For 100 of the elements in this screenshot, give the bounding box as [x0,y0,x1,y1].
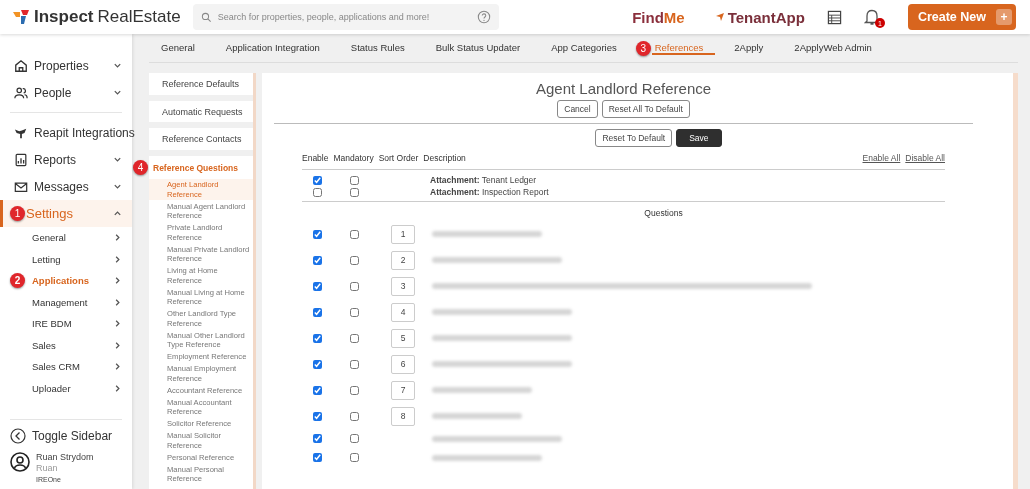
create-new-button[interactable]: Create New + [907,4,1016,30]
step-badge: 2 [10,273,25,289]
reset-to-default-button[interactable]: Reset To Default [595,129,673,147]
mail-icon [14,179,28,194]
mandatory-checkbox[interactable] [349,255,359,265]
chevron-right-icon [113,233,122,243]
chevron-icon [113,155,122,164]
step-badge: 3 [635,40,651,56]
column-header: Description [423,153,466,163]
chevron-right-icon [113,362,122,372]
list-icon[interactable] [826,9,842,25]
bell-icon[interactable] [863,8,880,26]
editor-action-button[interactable]: Reset All To Default [601,100,690,118]
sidebar-subitem[interactable]: General [0,227,132,249]
sidebar-item[interactable]: 1 Settings [0,200,132,227]
toggle-sidebar-button[interactable]: Toggle Sidebar [10,428,122,444]
findme-link[interactable]: FindMe [632,8,685,26]
sidebar-subitem[interactable]: Letting [0,248,132,270]
logo-text-light: RealEstate [97,7,181,27]
mandatory-checkbox[interactable] [349,281,359,291]
chevron-right-icon [113,276,122,286]
chevron-icon [113,182,122,191]
mandatory-checkbox[interactable] [349,411,359,421]
mandatory-checkbox[interactable] [349,307,359,317]
user-name: Ruan Strydom [36,452,94,463]
mandatory-checkbox[interactable] [349,453,359,462]
enable-checkbox[interactable] [312,229,322,239]
search-bar[interactable]: Search for properties, people, applications and more! [192,4,499,30]
sidebar-item[interactable]: Messages [0,173,132,200]
tenantapp-link[interactable]: TenantApp [714,8,805,26]
enable-all-link[interactable]: Enable All [862,153,901,163]
tab[interactable]: App Categories [539,41,629,55]
mandatory-checkbox[interactable] [349,385,359,395]
sort-order-field[interactable]: 2 [391,250,415,270]
editor-title: Agent Landlord Reference [534,80,713,97]
user-username: Ruan [36,463,59,474]
enable-checkbox[interactable] [312,359,322,369]
mandatory-checkbox[interactable] [349,229,359,239]
sort-order-field[interactable]: 5 [391,328,415,348]
attachment-text: Attachment: Inspection Report [430,187,549,197]
reference-menu-item[interactable]: Automatic Requests [149,100,253,123]
help-icon[interactable] [476,10,491,24]
editor-action-button[interactable]: Cancel [557,100,598,118]
enable-checkbox[interactable] [312,411,322,421]
tab[interactable]: General [149,41,207,55]
chevron-right-icon [113,383,122,393]
tab[interactable]: Status Rules [338,41,417,55]
enable-checkbox[interactable] [312,187,322,197]
mandatory-checkbox[interactable] [349,187,359,197]
column-header: Mandatory [333,153,374,163]
chevron-right-icon [113,319,122,329]
sidebar-subitem[interactable]: IRE BDM [0,313,132,335]
mandatory-checkbox[interactable] [349,333,359,343]
sidebar-item[interactable]: People [0,79,132,106]
sidebar-subitem[interactable]: Sales [0,334,132,356]
mandatory-checkbox[interactable] [349,434,359,443]
sidebar-subitem[interactable]: Uploader [0,377,132,399]
tab[interactable]: Application Integration [213,41,332,55]
reference-menu-item[interactable]: Reference Contacts [149,128,253,150]
sidebar-item[interactable]: Properties [0,52,132,79]
logo-text: Inspect [34,7,94,27]
sort-order-field[interactable]: 3 [391,276,415,296]
mandatory-checkbox[interactable] [349,359,359,369]
chevron-right-icon [113,340,122,350]
attachment-text: Attachment: Tenant Ledger [430,175,537,185]
tab[interactable]: 2ApplyWeb Admin [782,41,884,55]
search-icon [200,11,212,23]
sidebar-subitem[interactable]: Sales CRM [0,356,132,378]
enable-checkbox[interactable] [312,281,322,291]
chevron-right-icon [113,297,122,307]
enable-checkbox[interactable] [312,434,322,443]
disable-all-link[interactable]: Disable All [905,153,945,163]
enable-checkbox[interactable] [312,385,322,395]
sidebar-item[interactable]: Reports [0,146,132,173]
sidebar-subitem[interactable]: Management [0,291,132,313]
sidebar-subitem[interactable]: 2 Applications [0,270,132,292]
chevron-icon [113,88,122,97]
questions-heading: Questions [643,208,684,218]
save-button[interactable]: Save [676,129,722,147]
step-badge: 1 [10,206,25,221]
chevron-icon [113,209,122,218]
sort-order-field[interactable]: 8 [391,406,415,426]
enable-checkbox[interactable] [312,307,322,317]
sort-order-field[interactable]: 1 [391,224,415,244]
enable-checkbox[interactable] [312,453,322,462]
sort-order-field[interactable]: 7 [391,380,415,400]
tab[interactable]: Bulk Status Updater [423,41,533,55]
enable-checkbox[interactable] [312,175,322,185]
search-field[interactable]: Search for properties, people, applications and more! [217,12,471,22]
sort-order-field[interactable]: 4 [391,302,415,322]
chevron-icon [113,61,122,70]
tab[interactable]: 2Apply [722,41,776,55]
enable-checkbox[interactable] [312,333,322,343]
sort-order-field[interactable]: 6 [391,354,415,374]
column-header: Sort Order [378,153,419,163]
chevron-circle-icon [10,428,26,444]
logo-icon [12,9,30,25]
mandatory-checkbox[interactable] [349,175,359,185]
enable-checkbox[interactable] [312,255,322,265]
reference-menu-item[interactable]: Reference Defaults [149,73,253,95]
